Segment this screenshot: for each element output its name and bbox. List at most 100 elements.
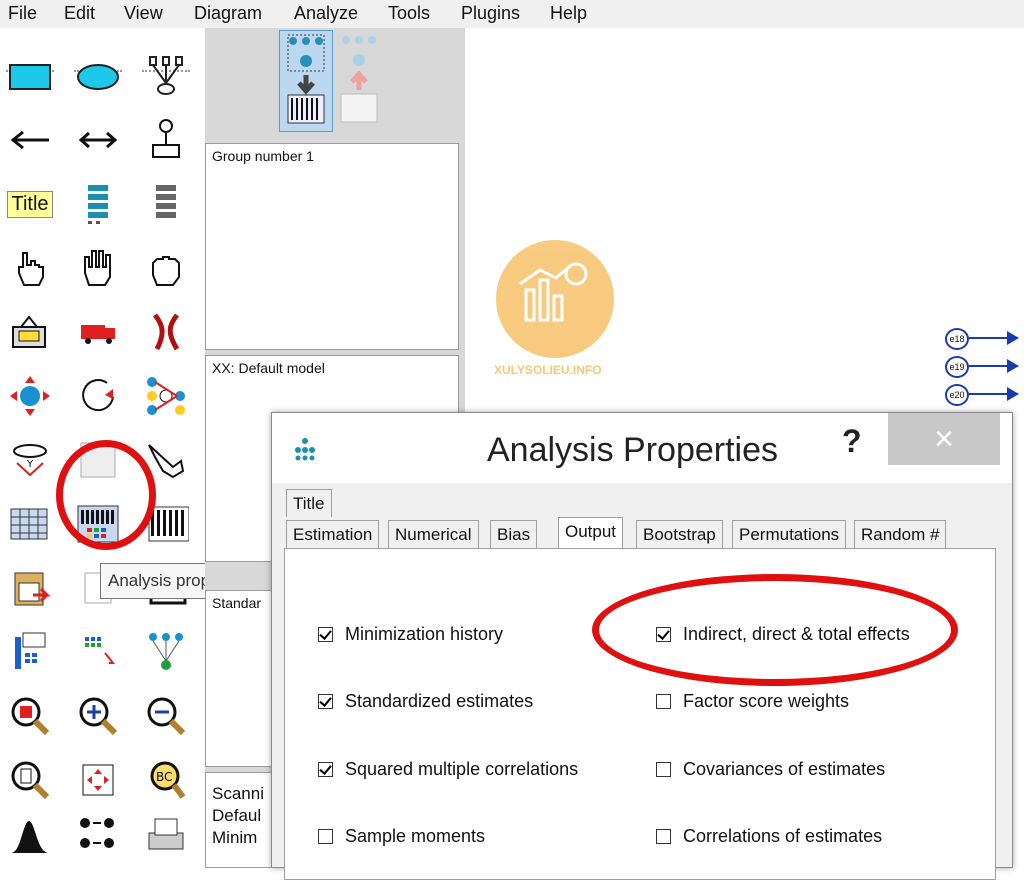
duplicate-icon[interactable] bbox=[2, 304, 58, 360]
indicator-tree-icon[interactable] bbox=[138, 48, 194, 104]
print-icon[interactable] bbox=[138, 808, 194, 864]
standardized-estimates-checkbox[interactable]: Standardized estimates bbox=[318, 691, 533, 712]
checkbox-label: Squared multiple correlations bbox=[345, 759, 579, 779]
deselect-hand-icon[interactable] bbox=[138, 240, 194, 296]
checkbox-unchecked[interactable] bbox=[656, 762, 671, 777]
menu-tools[interactable]: Tools bbox=[388, 3, 430, 24]
checkbox-label: Correlations of estimates bbox=[683, 826, 883, 846]
unique-variable-icon[interactable] bbox=[138, 112, 194, 168]
watermark-text: XULYSOLIEU.INFO bbox=[494, 363, 602, 377]
rectangle-icon[interactable] bbox=[2, 48, 58, 104]
watermark-logo-icon bbox=[496, 240, 614, 358]
calculate-estimates-icon[interactable] bbox=[2, 560, 58, 616]
error-node-e19[interactable]: e19 bbox=[945, 356, 969, 378]
move-truck-icon[interactable] bbox=[70, 304, 126, 360]
svg-text:Y: Y bbox=[26, 459, 34, 470]
menu-file[interactable]: File bbox=[8, 3, 37, 24]
view-input-button[interactable] bbox=[279, 30, 333, 132]
checkbox-unchecked[interactable] bbox=[656, 694, 671, 709]
dialog-app-icon bbox=[294, 437, 316, 466]
view-output-icon bbox=[340, 36, 378, 123]
checkbox-checked[interactable] bbox=[318, 627, 333, 642]
preserve-symmetries-icon[interactable] bbox=[2, 624, 58, 680]
erase-icon[interactable] bbox=[138, 304, 194, 360]
dialog-title: Analysis Properties bbox=[487, 431, 779, 469]
squared-multiple-correlations-checkbox[interactable]: Squared multiple correlations bbox=[318, 759, 578, 780]
specification-search-icon[interactable]: BC bbox=[138, 752, 194, 808]
canvas-margin bbox=[848, 28, 1024, 328]
checkbox-label: Sample moments bbox=[345, 826, 486, 846]
reflect-icon[interactable] bbox=[138, 368, 194, 424]
sample-moments-checkbox[interactable]: Sample moments bbox=[318, 826, 485, 847]
zoom-page-icon[interactable] bbox=[2, 752, 58, 808]
resize-icon[interactable] bbox=[70, 752, 126, 808]
move-parameter-icon[interactable] bbox=[2, 368, 58, 424]
title-icon[interactable]: Title bbox=[2, 176, 58, 232]
list-variables-data-icon[interactable] bbox=[138, 176, 194, 232]
diagram-fragment: e18 e19 e20 bbox=[945, 328, 1024, 418]
covariances-of-estimates-checkbox[interactable]: Covariances of estimates bbox=[656, 759, 885, 780]
tab-permutations[interactable]: Permutations bbox=[732, 520, 847, 548]
group-item[interactable]: Group number 1 bbox=[212, 148, 314, 164]
menu-analyze[interactable]: Analyze bbox=[294, 3, 358, 24]
tab-estimation[interactable]: Estimation bbox=[286, 520, 380, 548]
error-node-e20[interactable]: e20 bbox=[945, 384, 969, 406]
factor-score-weights-checkbox[interactable]: Factor score weights bbox=[656, 691, 849, 712]
tab-random[interactable]: Random # bbox=[854, 520, 947, 548]
menu-diagram[interactable]: Diagram bbox=[194, 3, 262, 24]
bayesian-icon[interactable] bbox=[2, 808, 58, 864]
close-button[interactable]: × bbox=[888, 413, 1000, 465]
checkbox-checked[interactable] bbox=[318, 694, 333, 709]
tab-row-top: Title bbox=[286, 487, 1006, 517]
modification-indices-icon[interactable] bbox=[138, 624, 194, 680]
menu-plugins[interactable]: Plugins bbox=[461, 3, 520, 24]
tab-title[interactable]: Title bbox=[286, 489, 332, 517]
zoom-out-icon[interactable] bbox=[138, 688, 194, 744]
tab-numerical[interactable]: Numerical bbox=[388, 520, 479, 548]
status-line: Scanni bbox=[212, 784, 264, 803]
checkbox-unchecked[interactable] bbox=[656, 829, 671, 844]
checkbox-unchecked[interactable] bbox=[318, 829, 333, 844]
checkbox-label: Minimization history bbox=[345, 624, 504, 644]
ellipse-icon[interactable] bbox=[70, 48, 126, 104]
data-files-icon[interactable] bbox=[2, 496, 58, 552]
tab-bootstrap[interactable]: Bootstrap bbox=[636, 520, 723, 548]
status-line: Defaul bbox=[212, 806, 262, 825]
highlight-ellipse-icon bbox=[592, 574, 958, 686]
double-arrow-icon[interactable] bbox=[70, 112, 126, 168]
estimates-item[interactable]: Standar bbox=[212, 595, 261, 611]
help-button[interactable]: ? bbox=[842, 423, 862, 460]
zoom-in-icon[interactable] bbox=[70, 688, 126, 744]
menu-help[interactable]: Help bbox=[550, 3, 587, 24]
groups-panel[interactable]: Group number 1 bbox=[205, 143, 459, 350]
checkbox-label: Factor score weights bbox=[683, 691, 850, 711]
view-output-button[interactable] bbox=[333, 30, 385, 130]
model-item[interactable]: XX: Default model bbox=[212, 360, 325, 376]
tab-output[interactable]: Output bbox=[558, 517, 624, 549]
status-panel: Scanni Defaul Minim bbox=[205, 772, 272, 868]
checkbox-checked[interactable] bbox=[318, 762, 333, 777]
dialog-titlebar[interactable]: Analysis Properties ? × bbox=[272, 413, 1012, 483]
touch-up-icon[interactable]: Y bbox=[2, 432, 58, 488]
minimization-history-checkbox[interactable]: Minimization history bbox=[318, 624, 503, 645]
select-one-hand-icon[interactable] bbox=[2, 240, 58, 296]
correlations-of-estimates-checkbox[interactable]: Correlations of estimates bbox=[656, 826, 882, 847]
svg-text:BC: BC bbox=[156, 770, 172, 784]
list-variables-model-icon[interactable] bbox=[70, 176, 126, 232]
menu-view[interactable]: View bbox=[124, 3, 163, 24]
multiple-selection-icon[interactable] bbox=[70, 624, 126, 680]
error-node-e18[interactable]: e18 bbox=[945, 328, 969, 350]
select-all-hand-icon[interactable] bbox=[70, 240, 126, 296]
menu-edit[interactable]: Edit bbox=[64, 3, 95, 24]
estimates-panel[interactable]: Standar bbox=[205, 590, 272, 767]
multigroup-icon[interactable] bbox=[70, 808, 126, 864]
menu-bar: File Edit View Diagram Analyze Tools Plu… bbox=[0, 0, 1024, 28]
rotate-icon[interactable] bbox=[70, 368, 126, 424]
zoom-select-icon[interactable] bbox=[2, 688, 58, 744]
highlight-ring-icon bbox=[56, 440, 156, 550]
checkbox-label: Covariances of estimates bbox=[683, 759, 886, 779]
tab-row-main: Estimation Numerical Bias Output Bootstr… bbox=[286, 517, 1006, 549]
checkbox-label: Standardized estimates bbox=[345, 691, 534, 711]
tab-bias[interactable]: Bias bbox=[490, 520, 538, 548]
arrow-left-icon[interactable] bbox=[2, 112, 58, 168]
